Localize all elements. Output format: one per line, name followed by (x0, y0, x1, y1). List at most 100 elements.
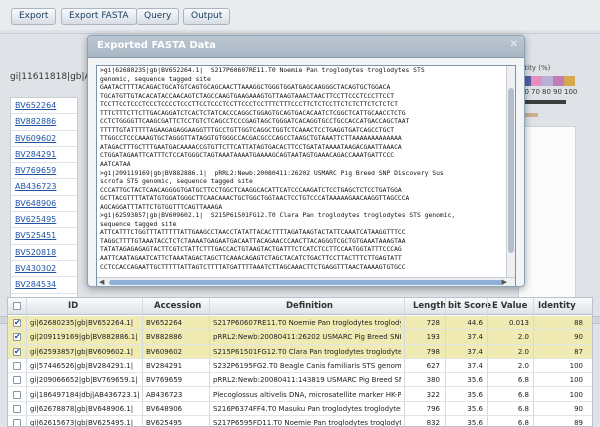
col-header-bit-score[interactable]: bit Score (448, 301, 491, 311)
table-row[interactable]: ✔ gi|209119169|gb|BV882886.1| BV882886 pRRL… (8, 330, 592, 345)
vertical-scrollbar[interactable] (506, 66, 515, 279)
fasta-textarea[interactable]: >gi|62680235|gb|BV652264.1| S217P60607RE… (96, 65, 516, 286)
cell-id: gi|62678878|gb|BV648906.1| (30, 404, 134, 413)
col-header-length[interactable]: Length (413, 301, 446, 311)
accession-link[interactable]: BV430302 (11, 261, 77, 278)
accession-link[interactable]: BV648906 (11, 196, 77, 213)
cell-e-value: 2.0 (517, 333, 529, 342)
accession-link[interactable]: BV520818 (11, 245, 77, 261)
cell-accession: BV625495 (146, 419, 183, 427)
accession-link[interactable]: BV625495 (11, 212, 77, 229)
toolbar-divider (0, 33, 600, 34)
col-header-accession[interactable]: Accession (154, 301, 201, 311)
cell-e-value: 6.8 (517, 404, 529, 413)
cell-accession: BV284291 (146, 361, 183, 370)
legend-swatch (564, 76, 575, 86)
cell-id: gi|209066652|gb|BV769659.1| (30, 376, 138, 385)
table-row[interactable]: gi|209066652|gb|BV769659.1| BV769659 pRRL2… (8, 373, 592, 388)
col-divider (26, 298, 27, 426)
dialog-title: Exported FASTA Data (97, 40, 216, 51)
cell-identity: 100 (569, 390, 583, 399)
cell-bit-score: 35.6 (467, 404, 483, 413)
cell-accession: BV648906 (146, 404, 183, 413)
query-button[interactable]: Query (136, 8, 180, 25)
row-checkbox[interactable]: ✔ (13, 333, 21, 342)
col-header-id[interactable]: ID (68, 301, 78, 311)
col-divider (487, 298, 488, 426)
row-checkbox[interactable]: ✔ (13, 347, 21, 356)
cell-bit-score: 37.4 (467, 347, 483, 356)
cell-length: 798 (426, 347, 440, 356)
fasta-text[interactable]: >gi|62680235|gb|BV652264.1| S217P60607RE… (97, 66, 515, 273)
cell-identity: 90 (574, 333, 583, 342)
cell-length: 380 (426, 376, 440, 385)
vertical-scroll-thumb[interactable] (508, 88, 514, 253)
cell-identity: 88 (574, 319, 583, 327)
cell-e-value: 2.0 (517, 361, 529, 370)
col-header-definition[interactable]: Definition (286, 301, 333, 311)
results-table: ID Accession Definition Length bit Score… (7, 297, 593, 427)
accession-link[interactable]: BV284291 (11, 147, 77, 164)
row-checkbox[interactable] (13, 404, 21, 413)
table-row[interactable]: gi|186497184|dbj|AB436723.1| AB436723 Plec… (8, 388, 592, 402)
cell-id: gi|57446526|gb|BV284291.1| (30, 361, 134, 370)
cell-id: gi|62593857|gb|BV609602.1| (30, 347, 134, 356)
horizontal-scroll-thumb[interactable] (109, 280, 504, 285)
cell-length: 832 (426, 419, 440, 427)
row-checkbox[interactable] (13, 390, 21, 399)
select-all-checkbox[interactable] (13, 302, 21, 310)
cell-bit-score: 35.6 (467, 390, 483, 399)
accession-link[interactable]: BV284534 (11, 277, 77, 294)
accession-link[interactable]: BV882886 (11, 114, 77, 131)
row-checkbox[interactable] (13, 419, 21, 426)
accession-link[interactable]: BV525451 (11, 228, 77, 245)
cell-bit-score: 35.6 (467, 376, 483, 385)
cell-length: 627 (426, 361, 440, 370)
cell-definition: S217P6595FD11.T0 Noemie Pan troglodytes … (213, 419, 401, 427)
scroll-left-arrow-icon[interactable]: ◀ (99, 278, 104, 286)
close-icon[interactable]: ✕ (510, 39, 518, 50)
accession-link[interactable]: BV609602 (11, 131, 77, 147)
accession-link[interactable]: AB436723 (11, 179, 77, 196)
accession-link[interactable]: BV652264 (11, 98, 77, 115)
export-fasta-button[interactable]: Export FASTA (61, 8, 137, 25)
cell-e-value: 0.013 (508, 319, 529, 327)
export-button[interactable]: Export (11, 8, 57, 25)
cell-e-value: 6.8 (517, 390, 529, 399)
accession-link[interactable]: BV769659 (11, 163, 77, 180)
cell-definition: S217P60607RE11.T0 Noemie Pan troglodytes… (213, 319, 401, 327)
cell-identity: 100 (569, 361, 583, 370)
row-checkbox[interactable] (13, 361, 21, 370)
exported-fasta-dialog: Exported FASTA Data ✕ >gi|62680235|gb|BV… (87, 35, 525, 287)
cell-identity: 89 (574, 419, 583, 427)
cell-bit-score: 37.4 (467, 361, 483, 370)
output-button[interactable]: Output (183, 8, 231, 25)
table-header: ID Accession Definition Length bit Score… (8, 298, 592, 315)
legend-swatch (553, 76, 564, 86)
cell-definition: S232P6195FG2.T0 Beagle Canis familiaris … (213, 361, 401, 370)
cell-bit-score: 44.6 (467, 319, 483, 327)
cell-length: 193 (426, 333, 440, 342)
dialog-titlebar[interactable]: Exported FASTA Data ✕ (88, 36, 524, 58)
cell-definition: pRRL2:Newb:20080411:143819 USMARC Pig Br… (213, 376, 401, 385)
row-checkbox[interactable] (13, 376, 21, 385)
cell-bit-score: 37.4 (467, 333, 483, 342)
cell-bit-score: 35.6 (467, 419, 483, 427)
table-row[interactable]: gi|62678878|gb|BV648906.1| BV648906 S216P6… (8, 402, 592, 417)
scroll-right-arrow-icon[interactable]: ▶ (502, 278, 507, 286)
table-row[interactable]: ✔ gi|62680235|gb|BV652264.1| BV652264 S217P… (8, 316, 592, 331)
cell-id: gi|62615673|gb|BV625495.1| (30, 419, 134, 427)
toolbar: Export Export FASTA Query Output (0, 0, 600, 30)
table-row[interactable]: gi|62615673|gb|BV625495.1| BV625495 S217P6… (8, 416, 592, 427)
col-header-e-value[interactable]: E Value (492, 301, 527, 311)
cell-accession: BV882886 (146, 333, 183, 342)
cell-length: 322 (426, 390, 440, 399)
table-row[interactable]: ✔ gi|62593857|gb|BV609602.1| BV609602 S215P… (8, 344, 592, 359)
horizontal-scrollbar[interactable]: ◀ ▶ (97, 277, 515, 286)
table-row[interactable]: gi|57446526|gb|BV284291.1| BV284291 S232P6… (8, 359, 592, 374)
legend-swatch (531, 76, 542, 86)
legend-value: 100 (564, 88, 578, 96)
col-header-identity[interactable]: Identity (538, 301, 576, 311)
query-gi-label: gi|11611818|gb|AF (10, 72, 96, 82)
row-checkbox[interactable]: ✔ (13, 319, 21, 327)
